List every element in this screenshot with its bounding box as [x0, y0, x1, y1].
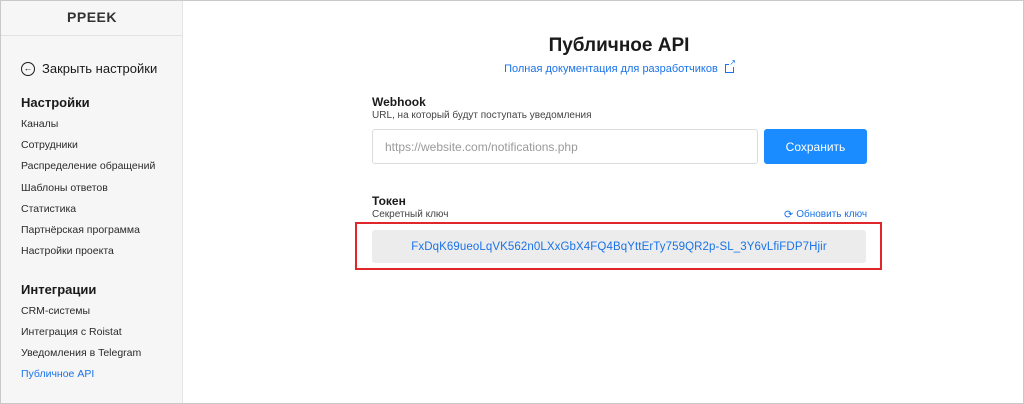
sidebar-item-templates[interactable]: Шаблоны ответов: [21, 182, 108, 194]
sidebar-item-crm[interactable]: CRM-системы: [21, 305, 90, 317]
refresh-key-link[interactable]: ⟳ Обновить ключ: [784, 208, 867, 221]
webhook-label: Webhook: [372, 95, 426, 109]
token-value-field[interactable]: FxDqK69ueoLqVK562n0LXxGbX4FQ4BqYttErTy75…: [372, 230, 866, 263]
token-value: FxDqK69ueoLqVK562n0LXxGbX4FQ4BqYttErTy75…: [411, 240, 827, 253]
sidebar-item-project-settings[interactable]: Настройки проекта: [21, 245, 114, 257]
token-description: Секретный ключ: [372, 209, 449, 220]
developer-docs-link-label: Полная документация для разработчиков: [504, 63, 718, 75]
close-settings-button[interactable]: ← Закрыть настройки: [21, 61, 157, 76]
webhook-url-input[interactable]: [372, 129, 758, 164]
developer-docs-link[interactable]: Полная документация для разработчиков: [184, 59, 1024, 75]
close-settings-label: Закрыть настройки: [42, 61, 158, 76]
refresh-key-label: Обновить ключ: [796, 209, 868, 220]
webhook-description: URL, на который будут поступать уведомле…: [372, 110, 592, 121]
sidebar-divider: [1, 35, 183, 36]
refresh-icon: ⟳: [784, 209, 794, 221]
token-label: Токен: [372, 194, 406, 208]
sidebar-item-roistat[interactable]: Интеграция с Roistat: [21, 326, 122, 338]
sidebar-item-statistics[interactable]: Статистика: [21, 203, 76, 215]
sidebar-item-channels[interactable]: Каналы: [21, 118, 58, 130]
app-logo: PPEEK: [67, 9, 117, 25]
main-content: Публичное API Полная документация для ра…: [184, 1, 1023, 403]
section-title-integrations: Интеграции: [21, 282, 97, 297]
sidebar-item-employees[interactable]: Сотрудники: [21, 139, 78, 151]
page-title: Публичное API: [548, 35, 690, 56]
save-button[interactable]: Сохранить: [764, 129, 867, 164]
sidebar-item-public-api[interactable]: Публичное API: [21, 368, 94, 380]
sidebar-item-telegram[interactable]: Уведомления в Telegram: [21, 347, 141, 359]
sidebar-item-routing[interactable]: Распределение обращений: [21, 160, 155, 172]
sidebar-item-partners[interactable]: Партнёрская программа: [21, 224, 140, 236]
back-arrow-icon: ←: [21, 61, 35, 76]
sidebar: PPEEK ← Закрыть настройки Настройки Кана…: [1, 1, 183, 403]
section-title-settings: Настройки: [21, 95, 90, 110]
external-link-icon: [724, 59, 736, 73]
